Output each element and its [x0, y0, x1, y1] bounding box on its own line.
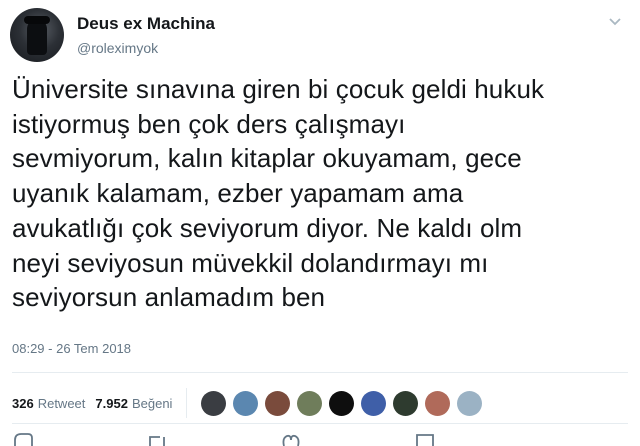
liker-avatar-3[interactable] — [265, 390, 291, 416]
reply-icon[interactable] — [12, 432, 34, 446]
user-names: Deus ex Machina @roleximyok — [77, 14, 215, 56]
stats-separator — [186, 388, 188, 418]
tweet-header: Deus ex Machina @roleximyok — [10, 8, 215, 62]
liker-avatar-1[interactable] — [201, 390, 227, 416]
liker-avatar-6[interactable] — [361, 390, 387, 416]
liker-avatar-5[interactable] — [329, 390, 355, 416]
retweet-label[interactable]: Retweet — [38, 396, 86, 411]
liker-avatar-8[interactable] — [425, 390, 451, 416]
divider — [12, 423, 628, 424]
tweet-actions — [12, 432, 548, 446]
tweet-text: Üniversite sınavına giren bi çocuk geldi… — [12, 72, 632, 315]
tweet-stats: 326 Retweet 7.952 Beğeni — [12, 388, 489, 418]
tweet-line: istiyormuş ben çok ders çalışmayı — [12, 108, 406, 139]
user-handle[interactable]: @roleximyok — [77, 40, 215, 56]
liker-avatar-2[interactable] — [233, 390, 259, 416]
liker-avatar-4[interactable] — [297, 390, 323, 416]
tweet-timestamp[interactable]: 08:29 - 26 Tem 2018 — [12, 341, 131, 356]
divider — [12, 372, 628, 373]
chevron-down-icon[interactable] — [608, 14, 622, 26]
retweet-count[interactable]: 326 — [12, 396, 34, 411]
likers-avatars — [201, 390, 489, 416]
message-icon[interactable] — [414, 432, 436, 446]
liker-avatar-9[interactable] — [457, 390, 483, 416]
tweet-line: neyi seviyosun müvekkil dolandırmayı mı — [12, 247, 489, 278]
tweet-line: sevmiyorum, kalın kitaplar okuyamam, gec… — [12, 143, 522, 174]
user-avatar[interactable] — [10, 8, 64, 62]
like-label[interactable]: Beğeni — [132, 396, 172, 411]
like-count[interactable]: 7.952 — [95, 396, 128, 411]
tweet-line: Üniversite sınavına giren bi çocuk geldi… — [12, 74, 545, 104]
display-name[interactable]: Deus ex Machina — [77, 14, 215, 34]
like-icon[interactable] — [280, 432, 302, 446]
retweet-icon[interactable] — [146, 432, 168, 446]
liker-avatar-7[interactable] — [393, 390, 419, 416]
tweet-line: avukatlığı çok seviyorum diyor. Ne kaldı… — [12, 212, 523, 243]
tweet-line: seviyorsun anlamadım ben — [12, 282, 326, 313]
tweet-line: uyanık kalamam, ezber yapamam ama — [12, 178, 464, 209]
